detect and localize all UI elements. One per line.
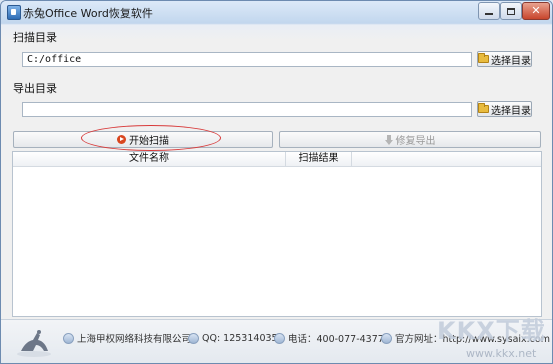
column-header-filename[interactable]: 文件名称	[13, 152, 286, 166]
export-dir-input[interactable]	[22, 102, 472, 117]
logo-icon	[17, 330, 51, 357]
maximize-icon	[507, 7, 515, 15]
scan-dir-select-label: 选择目录	[491, 55, 531, 67]
folder-icon	[478, 103, 489, 113]
company-text: 上海甲权网络科技有限公司	[77, 334, 192, 345]
export-dir-select-button[interactable]: 选择目录	[477, 101, 532, 117]
company-icon	[63, 332, 74, 344]
close-icon: ✕	[531, 4, 541, 17]
play-icon	[117, 135, 126, 144]
website-icon	[381, 332, 392, 344]
table-header: 文件名称 扫描结果	[13, 152, 541, 167]
window-title: 赤兔Office Word恢复软件	[23, 7, 153, 20]
minimize-icon	[485, 13, 493, 15]
footer-qq: QQ: 1253140355	[188, 331, 284, 345]
main-window: 赤兔Office Word恢复软件 ✕ 扫描目录 C:/office 选择目录 …	[0, 0, 553, 364]
results-table[interactable]: 文件名称 扫描结果	[12, 151, 542, 317]
maximize-button[interactable]	[500, 2, 522, 20]
download-arrow-icon	[384, 134, 393, 145]
app-icon	[7, 5, 21, 20]
footer-company: 上海甲权网络科技有限公司	[63, 331, 191, 345]
close-button[interactable]: ✕	[522, 2, 550, 20]
scan-dir-label: 扫描目录	[13, 31, 57, 44]
title-bar[interactable]: 赤兔Office Word恢复软件 ✕	[1, 1, 552, 23]
restore-export-label: 修复导出	[395, 136, 436, 147]
phone-icon	[274, 332, 285, 344]
export-dir-select-label: 选择目录	[491, 105, 531, 117]
watermark-text: KKX下载	[437, 317, 546, 345]
scan-dir-input[interactable]: C:/office	[22, 52, 472, 67]
column-header-scan-result[interactable]: 扫描结果	[286, 152, 352, 166]
qq-text: QQ: 1253140355	[202, 332, 284, 344]
footer-phone: 电话：400-077-4377	[274, 331, 384, 345]
start-scan-label: 开始扫描	[129, 136, 169, 147]
folder-icon	[478, 53, 489, 63]
start-scan-button[interactable]: 开始扫描	[13, 131, 273, 148]
scan-dir-select-button[interactable]: 选择目录	[477, 51, 532, 67]
restore-export-button[interactable]: 修复导出	[279, 131, 541, 148]
qq-icon	[188, 332, 199, 344]
export-dir-label: 导出目录	[13, 82, 57, 95]
watermark-url: www.kkx.net	[466, 347, 537, 360]
minimize-button[interactable]	[478, 2, 500, 20]
phone-text: 电话：400-077-4377	[288, 334, 384, 345]
